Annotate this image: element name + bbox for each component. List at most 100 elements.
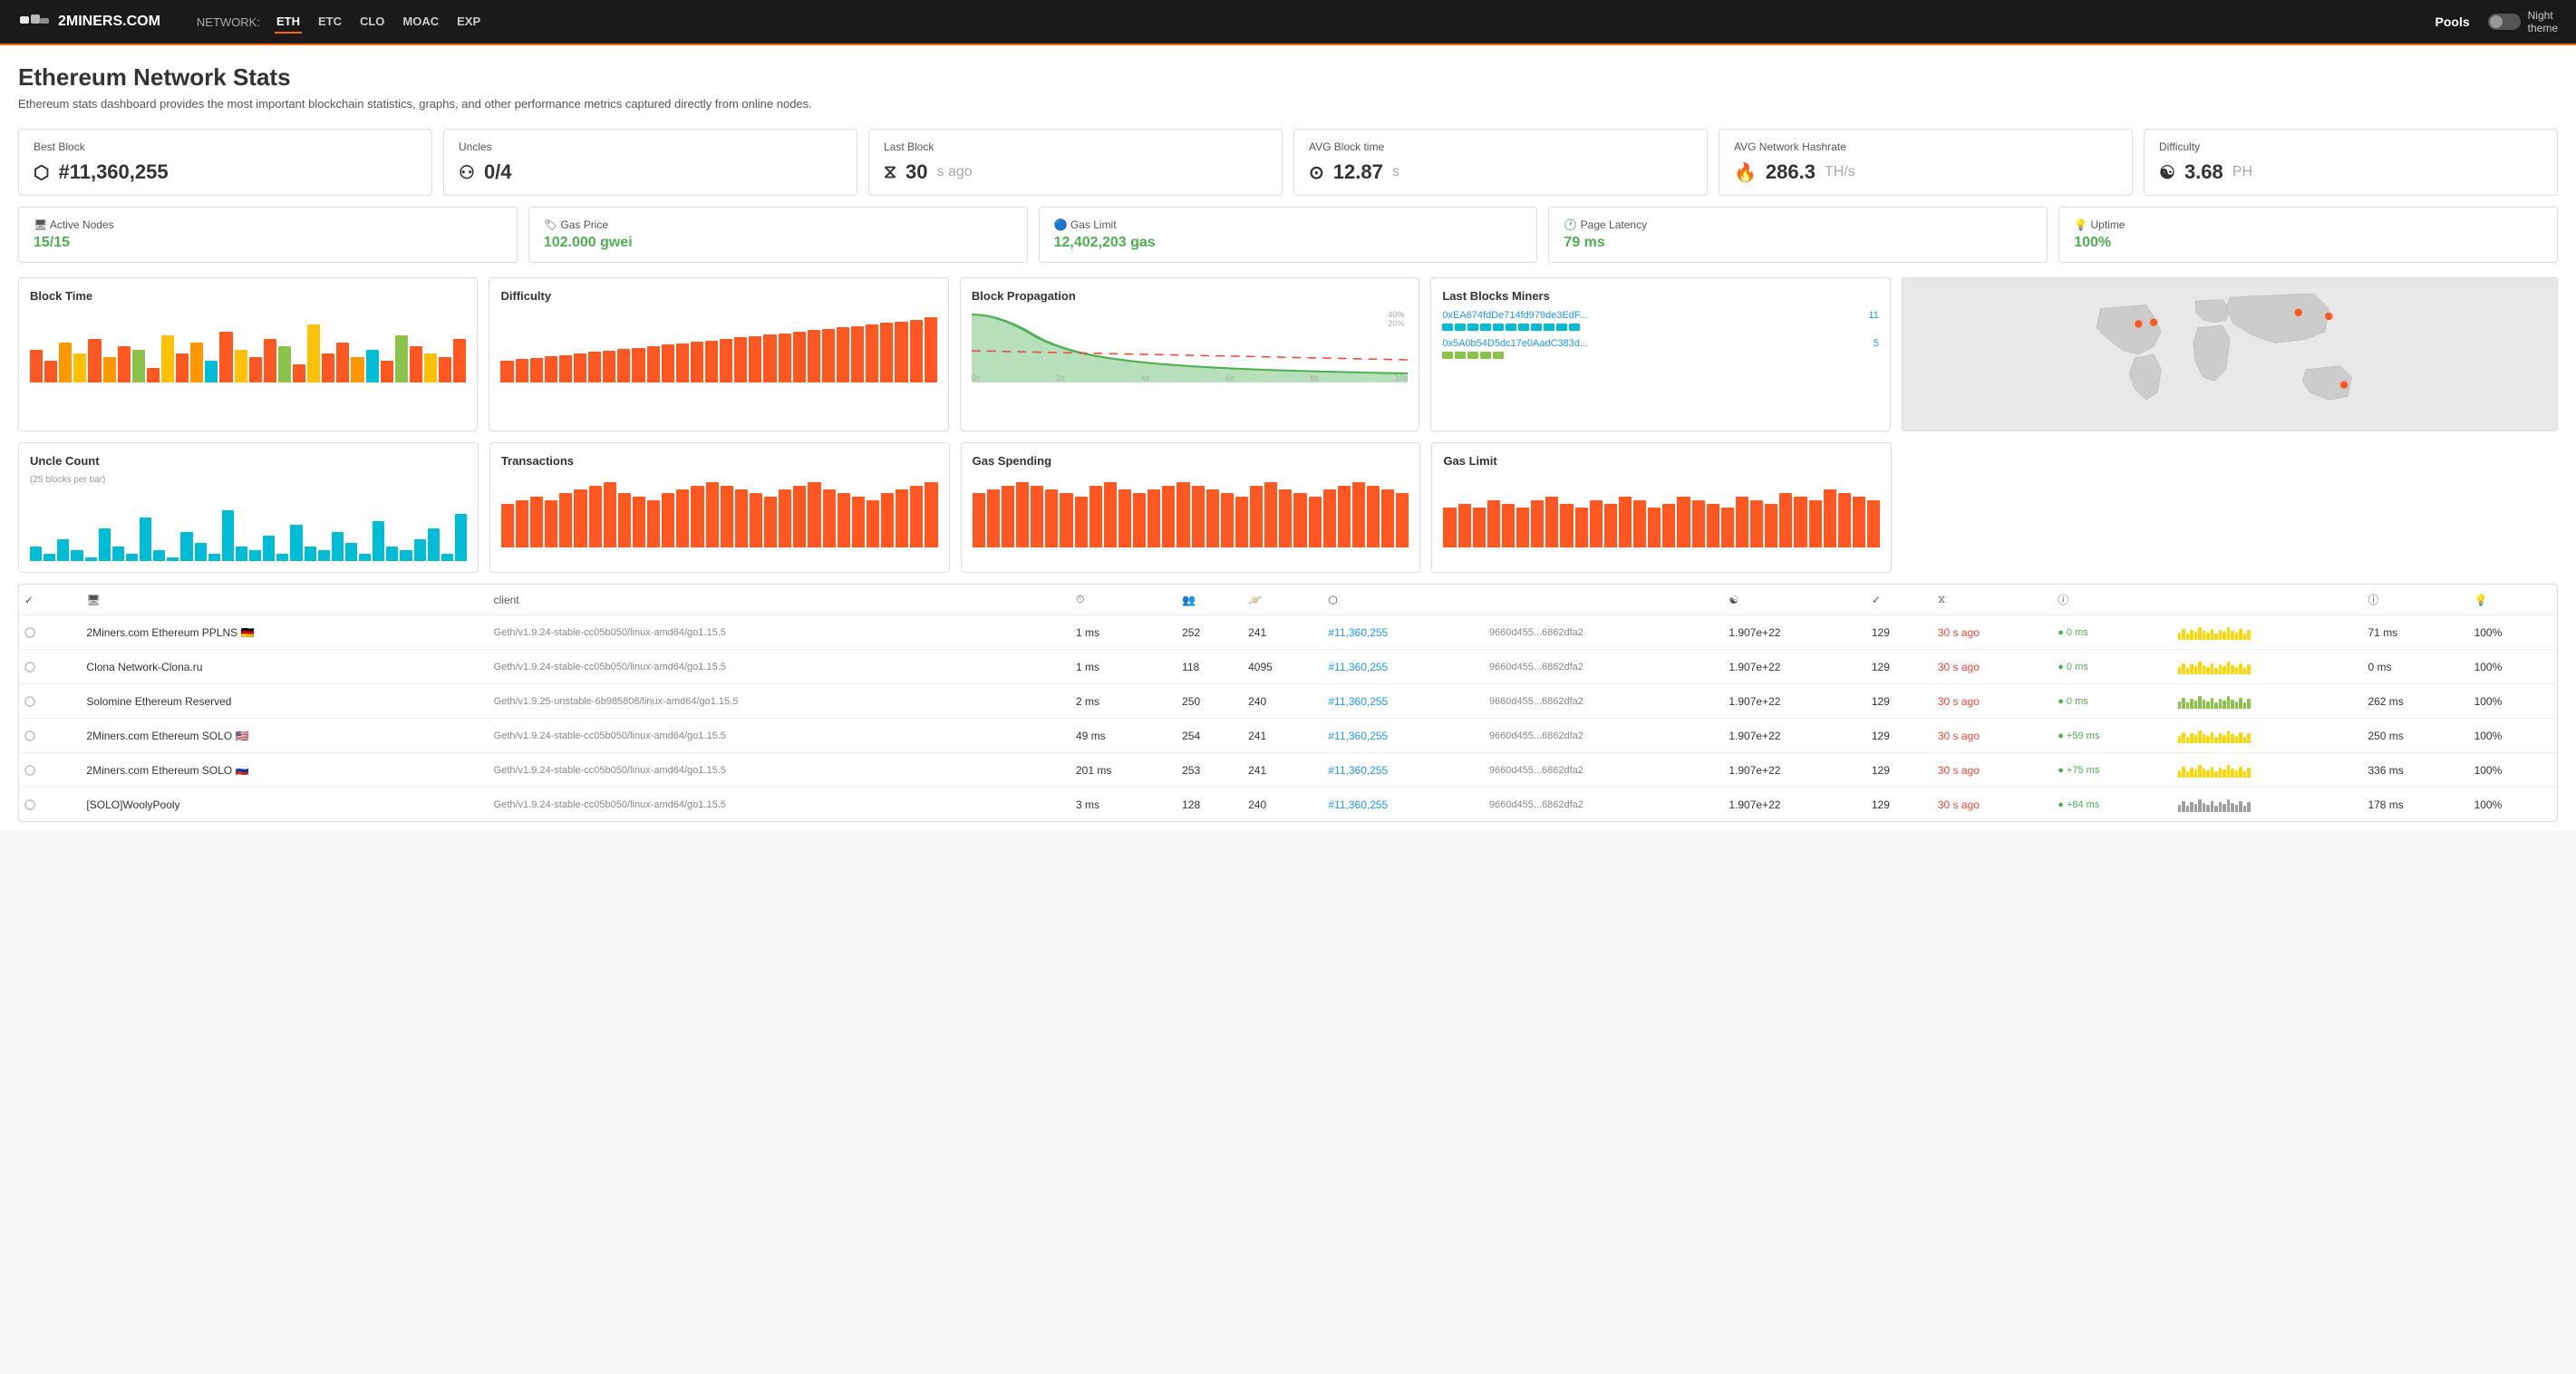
chart-bar <box>1279 489 1292 547</box>
td-latency: 1 ms <box>1070 650 1177 684</box>
sparkline-bar <box>2198 731 2202 743</box>
td-propagation: ● +84 ms <box>2052 788 2172 822</box>
sparkline-bar <box>2211 767 2214 778</box>
uncles-value: ⚇ 0/4 <box>459 160 842 184</box>
th-block-hash <box>1484 585 1724 615</box>
chart-bar <box>249 357 262 382</box>
th-status: ✓ <box>19 585 81 615</box>
nav-clo[interactable]: CLO <box>358 11 386 34</box>
sparkline-bar <box>2182 732 2185 743</box>
stat-card-gas-price: 🏷 Gas Price 102.000 gwei <box>528 207 1028 263</box>
chart-bar <box>439 357 451 382</box>
sparkline-bar <box>2178 805 2182 812</box>
chart-bar <box>410 346 422 382</box>
td-pending: 241 <box>1243 753 1322 788</box>
td-uncle-count: 129 <box>1866 650 1932 684</box>
chart-bar <box>453 339 466 382</box>
chart-bar <box>530 497 543 547</box>
block-propagation-chart: 40% 20% 0s2s4s6s8s10s <box>972 310 1408 382</box>
sparkline-bar <box>2214 771 2218 778</box>
best-block-label: Best Block <box>34 140 417 153</box>
night-theme-switch[interactable] <box>2488 14 2521 30</box>
td-uptime: 100% <box>2469 650 2557 684</box>
status-circle <box>24 765 35 776</box>
td-status <box>19 650 81 684</box>
miner-bar-segment <box>1518 324 1529 331</box>
difficulty-panel: Difficulty <box>489 277 948 431</box>
sparkline <box>2178 794 2251 812</box>
th-propagation: ⓘ <box>2052 585 2172 615</box>
chart-bar <box>147 368 160 382</box>
miner-bar-segment <box>1442 324 1453 331</box>
sparkline-bar <box>2211 801 2214 812</box>
chart-bar <box>126 554 138 561</box>
stat-card-difficulty: Difficulty ☯ 3.68 PH <box>2144 129 2558 196</box>
pools-button[interactable]: Pools <box>2436 15 2470 29</box>
stat-card-best-block: Best Block ⬡ #11,360,255 <box>18 129 432 196</box>
chart-bar <box>1104 482 1117 547</box>
sparkline-bar <box>2203 734 2206 743</box>
status-circle <box>24 696 35 707</box>
chart-bar <box>1206 489 1219 547</box>
chart-bar <box>132 350 145 382</box>
nav-exp[interactable]: EXP <box>455 11 482 34</box>
nav-moac[interactable]: MOAC <box>401 11 441 34</box>
td-latency: 201 ms <box>1070 753 1177 788</box>
chart-bar <box>1765 504 1777 547</box>
miner-bar-segment <box>1467 352 1478 359</box>
td-propagation: ● +59 ms <box>2052 719 2172 753</box>
td-last-block-time: 30 s ago <box>1932 753 2052 788</box>
chart-bar <box>1707 504 1719 547</box>
td-node-latency: 250 ms <box>2362 719 2468 753</box>
chart-bar <box>750 493 762 547</box>
td-uncle-count: 129 <box>1866 788 1932 822</box>
chart-bar <box>823 489 836 547</box>
td-peers: 128 <box>1177 788 1243 822</box>
td-status <box>19 615 81 650</box>
chart-bar <box>545 356 557 382</box>
gas-price-value: 102.000 gwei <box>544 235 1012 251</box>
sparkline-bar <box>2178 702 2182 709</box>
block-propagation-title: Block Propagation <box>972 289 1408 303</box>
sparkline-bar <box>2194 666 2198 674</box>
sparkline-bar <box>2182 767 2185 778</box>
sparkline-bar <box>2223 804 2226 812</box>
td-name: 2Miners.com Ethereum SOLO 🇺🇸 <box>81 719 488 753</box>
td-uptime: 100% <box>2469 615 2557 650</box>
nav-etc[interactable]: ETC <box>316 11 344 34</box>
chart-bar <box>721 486 733 547</box>
td-peers: 250 <box>1177 684 1243 719</box>
chart-bar <box>59 343 72 382</box>
chart-bar <box>559 493 572 547</box>
sparkline-bar <box>2219 664 2223 674</box>
page-latency-icon: 🕐 <box>1564 218 1577 231</box>
chart-bar <box>336 343 349 382</box>
chart-bar <box>516 500 528 547</box>
sparkline-bar <box>2186 737 2190 743</box>
td-client: Geth/v1.9.24-stable-cc05b050/linux-amd64… <box>489 719 1070 753</box>
chart-bar <box>1221 493 1234 547</box>
sparkline-bar <box>2211 732 2214 743</box>
td-difficulty: 1.907e+22 <box>1723 753 1865 788</box>
chart-bar <box>676 489 689 547</box>
nav-eth[interactable]: ETH <box>275 11 302 34</box>
sparkline-bar <box>2214 634 2218 640</box>
chart-bar <box>749 336 761 382</box>
td-block: #11,360,255 <box>1322 753 1484 788</box>
miner-bar-segment <box>1544 324 1554 331</box>
chart-bar <box>30 547 42 561</box>
table-row: Solomine Ethereum Reserved Geth/v1.9.25-… <box>19 684 2557 719</box>
th-difficulty: ☯ <box>1723 585 1865 615</box>
chart-bar <box>1133 493 1146 547</box>
chart-bar <box>779 489 791 547</box>
gas-limit-icon: 🔵 <box>1054 218 1068 231</box>
chart-bar <box>720 339 732 382</box>
stat-card-uptime: 💡 Uptime 100% <box>2058 207 2558 263</box>
sparkline-bar <box>2198 662 2202 674</box>
chart-bar <box>441 554 453 561</box>
chart-bar <box>852 497 865 547</box>
sparkline-bar <box>2227 696 2231 709</box>
chart-bar <box>691 342 703 382</box>
chart-bar <box>1473 508 1486 547</box>
chart-bar <box>808 482 820 547</box>
